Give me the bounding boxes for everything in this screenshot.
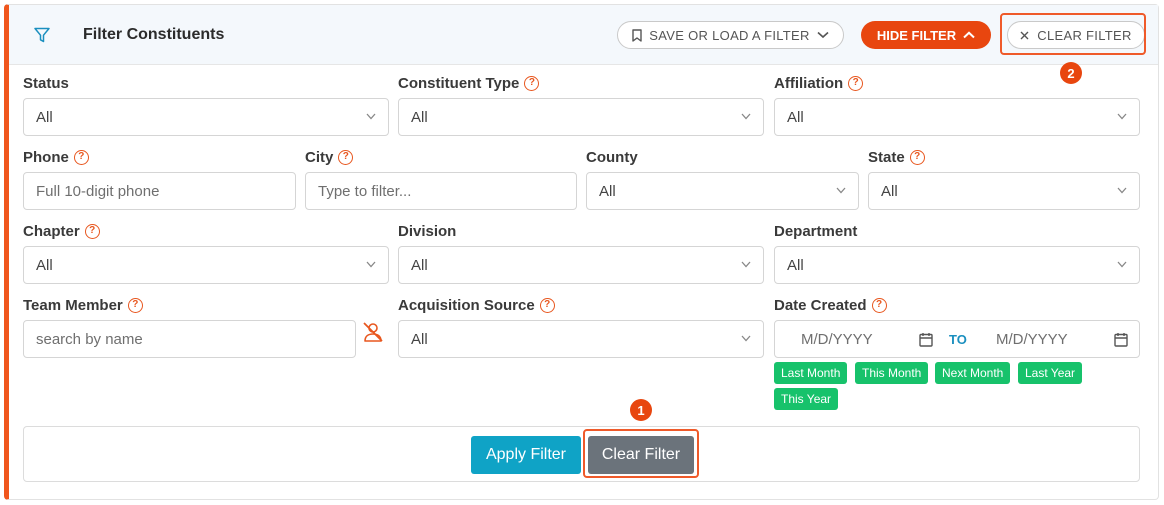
chevron-down-icon xyxy=(741,261,751,268)
department-value: All xyxy=(787,256,804,274)
division-select[interactable]: All xyxy=(398,246,764,284)
chevron-down-icon xyxy=(741,113,751,120)
apply-filter-button[interactable]: Apply Filter xyxy=(471,436,581,474)
date-to-label: TO xyxy=(949,332,967,347)
constituent-type-value: All xyxy=(411,108,428,126)
chevron-down-icon xyxy=(817,31,829,39)
clear-filter-button[interactable]: Clear Filter xyxy=(588,436,694,474)
hide-filter-button[interactable]: HIDE FILTER xyxy=(861,21,991,49)
state-value: All xyxy=(881,182,898,200)
affiliation-value: All xyxy=(787,108,804,126)
phone-input[interactable]: Full 10-digit phone xyxy=(23,172,296,210)
date-from-input[interactable]: M/D/YYYY xyxy=(801,331,873,348)
city-placeholder: Type to filter... xyxy=(318,182,412,200)
acquisition-source-label-text: Acquisition Source xyxy=(398,296,535,314)
affiliation-label-text: Affiliation xyxy=(774,74,844,92)
chevron-down-icon xyxy=(836,187,846,194)
team-member-input[interactable]: search by name xyxy=(23,320,356,358)
clear-filter-top-button[interactable]: CLEAR FILTER xyxy=(1007,21,1145,49)
date-to-input[interactable]: M/D/YYYY xyxy=(996,331,1068,348)
status-label-text: Status xyxy=(23,74,69,92)
chevron-down-icon xyxy=(366,261,376,268)
constituent-type-select[interactable]: All xyxy=(398,98,764,136)
affiliation-select[interactable]: All xyxy=(774,98,1140,136)
help-icon[interactable]: ? xyxy=(539,297,555,313)
status-select[interactable]: All xyxy=(23,98,389,136)
calendar-icon[interactable] xyxy=(919,332,933,347)
chapter-value: All xyxy=(36,256,53,274)
help-icon[interactable]: ? xyxy=(909,149,925,165)
filter-actions: Apply Filter Clear Filter xyxy=(23,426,1140,482)
chevron-down-icon xyxy=(1117,187,1127,194)
constituent-type-label: Constituent Type ? xyxy=(398,74,540,92)
help-icon[interactable]: ? xyxy=(127,297,143,313)
preset-this-month[interactable]: This Month xyxy=(855,362,929,384)
bookmark-icon xyxy=(632,28,642,42)
chevron-down-icon xyxy=(1117,261,1127,268)
status-value: All xyxy=(36,108,53,126)
chevron-down-icon xyxy=(366,113,376,120)
department-label: Department xyxy=(774,222,857,240)
department-select[interactable]: All xyxy=(774,246,1140,284)
team-member-label-text: Team Member xyxy=(23,296,123,314)
phone-label-text: Phone xyxy=(23,148,69,166)
step-badge-2: 2 xyxy=(1060,62,1082,84)
date-created-label: Date Created ? xyxy=(774,296,887,314)
acquisition-source-select[interactable]: All xyxy=(398,320,764,358)
filter-icon xyxy=(34,27,50,43)
affiliation-label: Affiliation ? xyxy=(774,74,864,92)
preset-last-year[interactable]: Last Year xyxy=(1018,362,1083,384)
preset-next-month[interactable]: Next Month xyxy=(935,362,1011,384)
division-label: Division xyxy=(398,222,456,240)
save-load-filter-label: SAVE OR LOAD A FILTER xyxy=(649,27,810,43)
phone-label: Phone ? xyxy=(23,148,89,166)
chapter-select[interactable]: All xyxy=(23,246,389,284)
division-label-text: Division xyxy=(398,222,457,240)
hide-filter-label: HIDE FILTER xyxy=(876,27,957,43)
city-label: City ? xyxy=(305,148,354,166)
help-icon[interactable]: ? xyxy=(848,75,864,91)
date-range-picker: M/D/YYYY TO M/D/YYYY xyxy=(774,320,1140,358)
chevron-down-icon xyxy=(741,335,751,342)
preset-this-year[interactable]: This Year xyxy=(774,388,839,410)
chevron-up-icon xyxy=(963,31,975,39)
page-title: Filter Constituents xyxy=(83,26,225,43)
state-label-text: State xyxy=(868,148,905,166)
county-label: County xyxy=(586,148,638,166)
close-icon xyxy=(1020,31,1029,39)
preset-last-month[interactable]: Last Month xyxy=(774,362,848,384)
status-label: Status xyxy=(23,74,69,92)
phone-placeholder: Full 10-digit phone xyxy=(36,182,160,200)
city-input[interactable]: Type to filter... xyxy=(305,172,577,210)
help-icon[interactable]: ? xyxy=(338,149,354,165)
division-value: All xyxy=(411,256,428,274)
team-member-label: Team Member ? xyxy=(23,296,143,314)
step-badge-1: 1 xyxy=(630,399,652,421)
date-created-label-text: Date Created xyxy=(774,296,867,314)
constituent-type-label-text: Constituent Type xyxy=(398,74,520,92)
acquisition-source-value: All xyxy=(411,330,428,348)
help-icon[interactable]: ? xyxy=(84,223,100,239)
department-label-text: Department xyxy=(774,222,858,240)
save-load-filter-button[interactable]: SAVE OR LOAD A FILTER xyxy=(617,21,844,49)
county-label-text: County xyxy=(586,148,638,166)
help-icon[interactable]: ? xyxy=(524,75,540,91)
acquisition-source-label: Acquisition Source ? xyxy=(398,296,555,314)
county-select[interactable]: All xyxy=(586,172,859,210)
city-label-text: City xyxy=(305,148,334,166)
help-icon[interactable]: ? xyxy=(73,149,89,165)
calendar-icon[interactable] xyxy=(1114,332,1128,347)
state-select[interactable]: All xyxy=(868,172,1140,210)
user-slash-icon[interactable] xyxy=(361,320,385,344)
clear-filter-top-label: CLEAR FILTER xyxy=(1037,27,1132,43)
team-member-placeholder: search by name xyxy=(36,330,143,348)
filter-header: Filter Constituents SAVE OR LOAD A FILTE… xyxy=(9,5,1158,65)
chevron-down-icon xyxy=(1117,113,1127,120)
chapter-label-text: Chapter xyxy=(23,222,80,240)
chapter-label: Chapter ? xyxy=(23,222,100,240)
county-value: All xyxy=(599,182,616,200)
state-label: State ? xyxy=(868,148,925,166)
help-icon[interactable]: ? xyxy=(871,297,887,313)
